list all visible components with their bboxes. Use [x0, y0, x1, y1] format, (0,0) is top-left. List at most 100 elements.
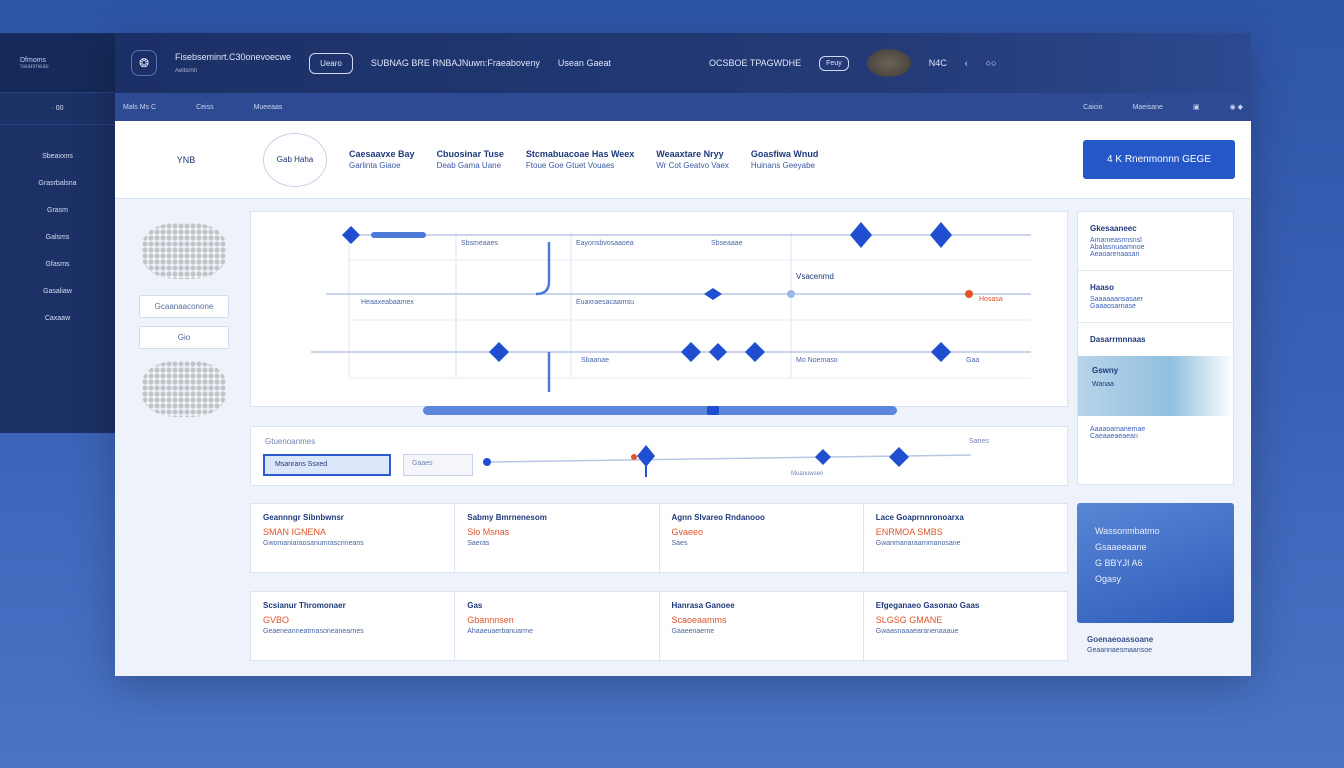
rp-line: Gaaaosarnase [1090, 303, 1136, 310]
toolbar-label: YNB [176, 154, 196, 165]
primary-action-button[interactable]: 4 K Rnenmonnn GEGE [1083, 140, 1235, 179]
rp-section-2[interactable]: Haaso Saaaaaansasaer Gaaaosarnase [1078, 271, 1233, 323]
titlebar: ❂ Fisebseminrt.C30onevoecwe Aeltsrnn Uea… [115, 33, 1251, 93]
settings-icon[interactable]: ○○ [986, 58, 997, 68]
scrub-card: Gtuenoanmes Msanrans Ssxed Gaaes Muanuws… [250, 426, 1068, 486]
nav-link-secondary[interactable]: Usean Gaeat [558, 58, 611, 68]
user-icon[interactable]: ◉ ◆ [1230, 103, 1243, 111]
tool-2[interactable]: Stcmabuacoae Has Weex Ftoue Goe Gtuet Vou… [526, 148, 634, 172]
notification-icon[interactable]: ▣ [1193, 103, 1200, 111]
card-1-1-head: Geannngr Sibnbwnsr [263, 513, 344, 522]
card-1-1[interactable]: Geannngr Sibnbwnsr SMAN IGNENA Gwomaniarao… [251, 504, 456, 572]
keyframe-node [704, 288, 722, 300]
side-input[interactable]: Gcaanaaconone [139, 295, 229, 318]
card-2-1[interactable]: Scsianur Thromonaer GVBO Geaeneanneatrnaso… [251, 592, 456, 660]
tool-4-sub: Huinans Geeyabe [750, 160, 815, 170]
tool-4-title: Goasfiwa Wnud [750, 148, 819, 159]
nav-link-primary[interactable]: SUBNAG BRE RNBAJNuwn:Fraeaboveny [371, 58, 540, 68]
summary-line: G BBYJI A6 [1095, 558, 1143, 568]
card-2-1-sub: GVBO [263, 615, 290, 625]
footer-note-head: Goenaeoassoane [1087, 635, 1154, 644]
sidebar-item-6[interactable]: Caxaaw [0, 305, 115, 332]
rp-section-1[interactable]: Gkesaaneec Amameasnnsnsl Abalasnuaamnoe … [1078, 212, 1233, 271]
toolbar: YNB Gab Haha Caesaavxe Bay Garlinta Giaoe… [115, 121, 1251, 199]
card-2-3[interactable]: Hanrasa Ganoee Scaoeaamms Gaaeenaerne [660, 592, 864, 660]
timeline-card: Sbsmeaaes Eayonsbvosaaoea Sbseaaae Vsace… [250, 211, 1068, 407]
card-1-4-sub: ENRMOA SMBS [875, 527, 943, 537]
scrub-right-label: Sanes [969, 438, 989, 445]
card-2-2-sub: Gbannnsen [467, 615, 514, 625]
sidebar-counter: · 00 [0, 93, 115, 125]
summary-card[interactable]: Wassonmbatmo Gsaaeeaane G BBYJI A6 Ogasy [1077, 503, 1234, 623]
tool-0-sub: Garlinta Giaoe [349, 160, 401, 170]
rp-line: Caeaaeaeaean [1090, 433, 1138, 440]
subbar-right-2[interactable]: Maeisane [1133, 104, 1163, 111]
toolbar-circle-button[interactable]: Gab Haha [263, 132, 327, 187]
subbar-item-2[interactable]: Ceiss [196, 104, 214, 111]
sidebar-item-5[interactable]: Gasaliaw [0, 278, 115, 305]
sidebar-item-1[interactable]: Grasrbalsna [0, 170, 115, 197]
card-1-4[interactable]: Lace Goaprnnronoarxa ENRMOA SMBS Gwanmanar… [864, 504, 1067, 572]
keyframe-node [850, 222, 872, 248]
connector-1 [535, 242, 551, 296]
tool-3-title: Weaaxtare Nryy [656, 148, 724, 159]
tool-0[interactable]: Caesaavxe Bay Garlinta Giaoe [349, 148, 415, 172]
sidebar-item-2[interactable]: Grasm [0, 197, 115, 224]
rp-line: Aeaoarenaasan [1090, 251, 1140, 258]
workspace-pill-button[interactable]: Uearo [309, 52, 353, 74]
sidebar-item-3[interactable]: Galsms [0, 224, 115, 251]
tool-4[interactable]: Goasfiwa Wnud Huinans Geeyabe [751, 148, 819, 172]
small-pill-button[interactable]: Feuy [819, 55, 849, 71]
back-icon[interactable]: ‹ [965, 58, 968, 68]
side-button[interactable]: Gio [139, 326, 229, 349]
texture-thumbnail-2[interactable] [142, 361, 226, 417]
row-0-mid: Eayonsbvosaaoea [576, 240, 634, 247]
rp-line: Abalasnuaamnoe [1090, 244, 1145, 251]
app-title-block: Fisebseminrt.C30onevoecwe Aeltsrnn [175, 52, 291, 74]
sidebar-item-0[interactable]: Sbeaxxns [0, 143, 115, 170]
card-2-2-desc: Ahaaeuaerbanuarme [467, 628, 534, 635]
sidebar-brand: Dfmoms Seanmeas [0, 33, 115, 93]
breadcrumb[interactable]: Mals Ms C [123, 104, 156, 111]
subbar-right-1[interactable]: Caicio [1083, 104, 1102, 111]
rp-strip-sub: Wanaa [1092, 381, 1114, 388]
summary-line: Ogasy [1095, 574, 1122, 584]
keyframe-node [745, 342, 765, 362]
rp-line: Amameasnnsnsl [1090, 237, 1142, 244]
rp-section-3[interactable]: Dasarrmnnaas [1078, 323, 1233, 350]
tool-1-sub: Deab Gama Uane [436, 160, 502, 170]
side-thumbs: Gcaanaaconone Gio [139, 223, 229, 417]
card-2-2-head: Gas [467, 601, 483, 610]
timeline-callout: Vsacenmd [796, 272, 834, 281]
subbar-item-3[interactable]: Mueeaas [254, 104, 283, 111]
card-1-4-desc: Gwanmanaraarnmanosane [875, 540, 961, 547]
card-2-3-sub: Scaoeaamms [671, 615, 727, 625]
card-2-4[interactable]: Efgeganaeo Gasonao Gaas SLGSG GMANE Gwaasn… [864, 592, 1067, 660]
card-2-3-head: Hanrasa Ganoee [671, 601, 735, 610]
texture-thumbnail-1[interactable] [142, 223, 226, 279]
tool-3[interactable]: Weaaxtare Nryy Wr Cot Geatvo Vaex [656, 148, 729, 172]
timeline-scrollbar[interactable] [423, 406, 897, 415]
row-2-right: Gaa [966, 357, 979, 364]
scroll-thumb[interactable] [707, 406, 719, 415]
subbar: Mals Ms C Ceiss Mueeaas Caicio Maeisane … [115, 93, 1251, 121]
nav-link-right[interactable]: OCSBOE TPAGWDHE [709, 58, 801, 68]
cards-row-2: Scsianur Thromonaer GVBO Geaeneanneatrnaso… [250, 591, 1068, 661]
card-1-3-sub: Gvaeeo [671, 527, 704, 537]
card-2-2[interactable]: Gas Gbannnsen Ahaaeuaerbanuarme [455, 592, 660, 660]
marker-dot [787, 290, 795, 298]
card-1-3[interactable]: Agnn Slvareo Rndanooo Gvaeeo Saes [660, 504, 864, 572]
sidebar-item-4[interactable]: Gfasms [0, 251, 115, 278]
row-1-left: Heaaxeabaamex [361, 299, 414, 306]
card-1-2[interactable]: Sabmy Bmrnenesom Slo Msnas Saeras [455, 504, 660, 572]
keyframe-node [930, 222, 952, 248]
row-1-mid: Euaxraesacaamsu [576, 299, 634, 306]
rp-highlight-strip[interactable]: Gswny Wanaa [1078, 356, 1233, 416]
brand-title: Dfmoms [20, 57, 47, 64]
tool-3-sub: Wr Cot Geatvo Vaex [656, 160, 729, 170]
rp-strip-label: Gswny [1092, 366, 1119, 375]
profile-image[interactable] [866, 49, 911, 77]
tool-1[interactable]: Cbuosinar Tuse Deab Gama Uane [437, 148, 504, 172]
keyframe-node [931, 342, 951, 362]
card-2-1-head: Scsianur Thromonaer [263, 601, 346, 610]
